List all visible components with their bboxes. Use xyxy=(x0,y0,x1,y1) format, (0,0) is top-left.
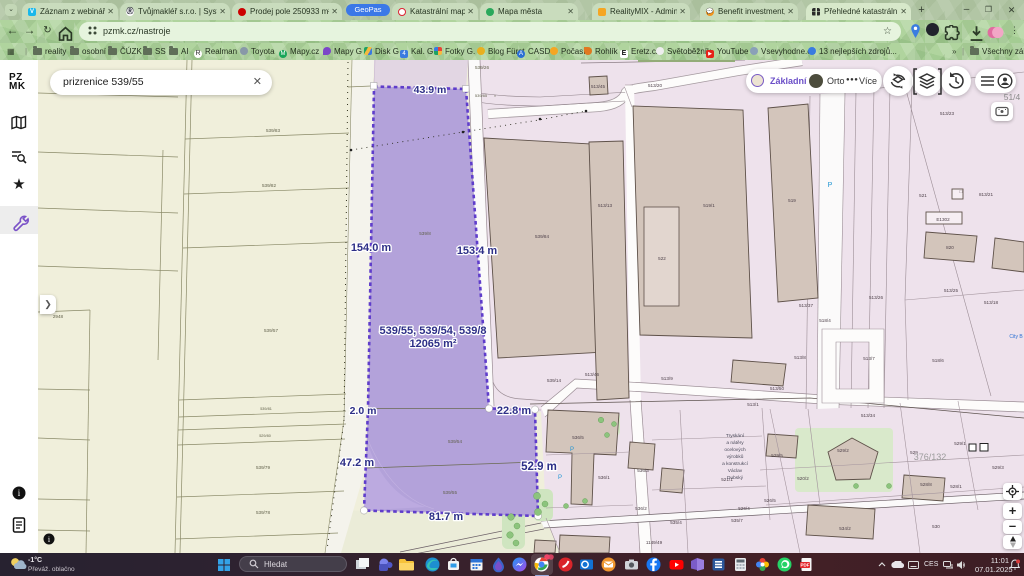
svg-text:2948: 2948 xyxy=(53,314,64,319)
svg-text:539/81: 539/81 xyxy=(260,407,272,411)
svg-text:513/20: 513/20 xyxy=(648,83,662,88)
svg-text:529/2: 529/2 xyxy=(837,448,849,453)
svg-text:519/1: 519/1 xyxy=(703,203,715,208)
svg-text:519: 519 xyxy=(788,198,796,203)
svg-text:513/50: 513/50 xyxy=(770,386,784,391)
svg-text:529/5: 529/5 xyxy=(771,453,783,458)
svg-text:539/85: 539/85 xyxy=(475,93,488,98)
svg-text:Václav: Václav xyxy=(728,468,743,474)
svg-text:534/2: 534/2 xyxy=(839,526,851,531)
svg-text:513/25: 513/25 xyxy=(944,288,958,293)
svg-text:513/1: 513/1 xyxy=(747,402,759,407)
svg-text:513/26: 513/26 xyxy=(869,295,883,300)
svg-text:526/5: 526/5 xyxy=(764,498,776,503)
svg-text:2.0 m: 2.0 m xyxy=(350,405,377,417)
svg-text:513/46: 513/46 xyxy=(585,372,599,377)
svg-text:513/45: 513/45 xyxy=(591,84,605,89)
svg-text:518/4: 518/4 xyxy=(819,318,831,323)
svg-text:518/6: 518/6 xyxy=(932,358,944,363)
svg-text:Tryskání: Tryskání xyxy=(726,433,745,439)
svg-text:22.8 m: 22.8 m xyxy=(497,405,531,417)
svg-text:E1302: E1302 xyxy=(936,217,950,222)
svg-text:529/80: 529/80 xyxy=(259,434,271,438)
svg-text:513/34: 513/34 xyxy=(861,413,875,418)
svg-text:1149/49: 1149/49 xyxy=(646,540,663,545)
svg-text:a konstrukcí: a konstrukcí xyxy=(722,461,749,467)
svg-text:539/8: 539/8 xyxy=(419,231,431,236)
svg-text:535/4: 535/4 xyxy=(670,520,682,525)
svg-text:513/23: 513/23 xyxy=(940,111,954,116)
svg-text:530: 530 xyxy=(932,524,940,529)
svg-text:539/55, 539/54, 539/8: 539/55, 539/54, 539/8 xyxy=(379,325,486,337)
svg-text:528/1: 528/1 xyxy=(950,484,962,489)
svg-text:43.9 m: 43.9 m xyxy=(414,84,447,96)
svg-text:P: P xyxy=(558,475,562,481)
svg-text:528/8: 528/8 xyxy=(920,482,932,487)
svg-text:513/8: 513/8 xyxy=(794,355,806,360)
svg-text:535/7: 535/7 xyxy=(731,518,743,523)
svg-text:820: 820 xyxy=(946,245,954,250)
svg-text:376/132: 376/132 xyxy=(914,452,947,462)
svg-text:529/1: 529/1 xyxy=(954,441,966,446)
svg-text:536/2: 536/2 xyxy=(635,506,647,511)
svg-text:12065 m²: 12065 m² xyxy=(409,338,456,350)
svg-text:153.4 m: 153.4 m xyxy=(457,245,498,257)
svg-text:539/54: 539/54 xyxy=(448,439,462,444)
svg-text:513/37: 513/37 xyxy=(799,303,813,308)
svg-text:539/55: 539/55 xyxy=(443,490,457,495)
svg-text:154.0 m: 154.0 m xyxy=(351,242,392,254)
svg-text:52.9 m: 52.9 m xyxy=(521,461,557,473)
svg-text:□: □ xyxy=(960,189,963,194)
svg-text:536/3: 536/3 xyxy=(637,468,649,473)
svg-text:529/3: 529/3 xyxy=(992,465,1004,470)
svg-text:PDF: PDF xyxy=(801,563,810,568)
svg-text:51/4: 51/4 xyxy=(1004,92,1021,102)
svg-text:539/83: 539/83 xyxy=(266,128,280,133)
svg-text:81.7 m: 81.7 m xyxy=(429,511,463,523)
svg-text:539/57: 539/57 xyxy=(264,328,278,333)
svg-text:P: P xyxy=(828,182,833,189)
svg-text:536/1: 536/1 xyxy=(598,475,610,480)
svg-text:536/5: 536/5 xyxy=(572,435,584,440)
svg-text:výrobků: výrobků xyxy=(727,453,744,460)
svg-text:539/14: 539/14 xyxy=(547,378,561,383)
svg-text:539/79: 539/79 xyxy=(256,465,270,470)
svg-text:526/4: 526/4 xyxy=(738,506,750,511)
svg-text:539/78: 539/78 xyxy=(256,510,270,515)
svg-text:513/9: 513/9 xyxy=(661,376,673,381)
svg-text:813/21: 813/21 xyxy=(979,192,993,197)
svg-text:520/2: 520/2 xyxy=(797,476,809,481)
svg-text:539/26: 539/26 xyxy=(475,65,489,70)
svg-text:539/82: 539/82 xyxy=(262,183,276,188)
svg-text:513/7: 513/7 xyxy=(863,356,875,361)
svg-text:a nátěry: a nátěry xyxy=(726,440,744,446)
svg-text:City B: City B xyxy=(1009,334,1023,340)
svg-text:513/13: 513/13 xyxy=(598,203,612,208)
svg-text:P: P xyxy=(570,447,574,453)
svg-text:ocelových: ocelových xyxy=(724,447,746,453)
svg-text:Dubský: Dubský xyxy=(727,475,744,481)
svg-text:522: 522 xyxy=(658,256,666,261)
svg-text:521: 521 xyxy=(919,193,927,198)
svg-text:539/84: 539/84 xyxy=(535,234,549,239)
svg-text:513/18: 513/18 xyxy=(984,300,998,305)
svg-text:47.2 m: 47.2 m xyxy=(340,457,374,469)
